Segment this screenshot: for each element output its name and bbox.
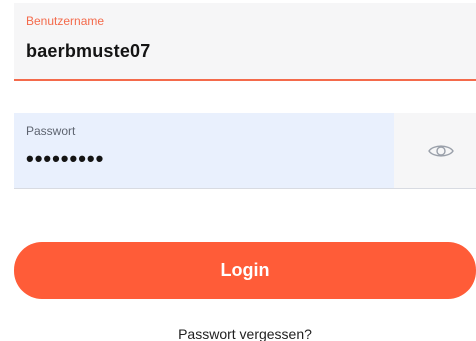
forgot-password-link[interactable]: Passwort vergessen? [0, 326, 476, 341]
password-label: Passwort [26, 124, 76, 138]
username-field[interactable]: Benutzername baerbmuste07 [14, 3, 476, 81]
eye-icon [428, 144, 454, 157]
login-form: Benutzername baerbmuste07 Passwort •••••… [0, 0, 476, 341]
login-button[interactable]: Login [14, 242, 476, 299]
username-value[interactable]: baerbmuste07 [26, 41, 150, 62]
username-label: Benutzername [26, 14, 105, 28]
password-field[interactable]: Passwort ••••••••• [14, 113, 394, 189]
show-password-toggle[interactable] [394, 113, 476, 189]
password-value[interactable]: ••••••••• [26, 146, 104, 172]
